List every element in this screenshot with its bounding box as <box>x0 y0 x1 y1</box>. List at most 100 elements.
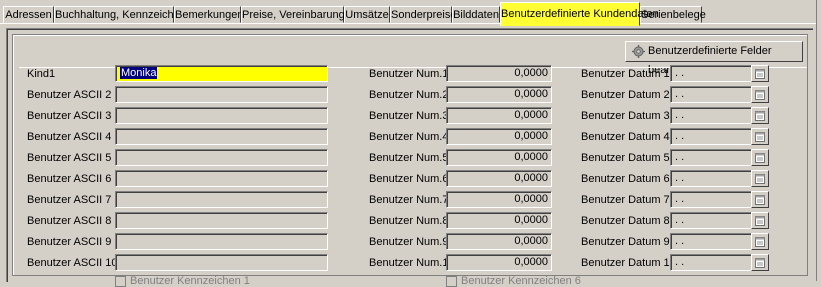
tab-buchhaltung[interactable]: Buchhaltung, Kennzeichen <box>54 6 186 23</box>
num-label: Benutzer Num.1 <box>369 68 449 80</box>
tab-sonderpreise[interactable]: Sonderpreise <box>390 6 456 23</box>
tab-bar: Adressen Buchhaltung, Kennzeichen Bemerk… <box>0 0 821 26</box>
date-label: Benutzer Datum 2 <box>581 89 670 101</box>
num-field[interactable]: 0,0000 <box>446 107 552 124</box>
num-label: Benutzer Num.10 <box>369 257 455 269</box>
calendar-icon <box>755 90 765 100</box>
ascii-label: Kind1 <box>27 68 56 80</box>
num-field[interactable]: 0,0000 <box>446 254 552 271</box>
date-label: Benutzer Datum 4 <box>581 131 670 143</box>
ascii-field[interactable] <box>115 107 328 124</box>
calendar-button[interactable] <box>751 233 769 250</box>
calendar-icon <box>755 69 765 79</box>
checkbox-kennzeichen-6[interactable]: Benutzer Kennzeichen 6 <box>446 275 581 287</box>
checkbox-label: Benutzer Kennzeichen 1 <box>130 275 250 287</box>
checkbox-label: Benutzer Kennzeichen 6 <box>461 275 581 287</box>
date-field[interactable]: . . <box>670 65 752 82</box>
ascii-label: Benutzer ASCII 2 <box>27 89 112 101</box>
checkbox-box <box>115 275 126 287</box>
calendar-icon <box>755 132 765 142</box>
calendar-button[interactable] <box>751 128 769 145</box>
date-label: Benutzer Datum 3 <box>581 110 670 122</box>
calendar-button[interactable] <box>751 107 769 124</box>
calendar-button[interactable] <box>751 149 769 166</box>
calendar-button[interactable] <box>751 65 769 82</box>
edit-custom-fields-button[interactable]: Benutzerdefinierte Felder bearbeiten <box>625 41 803 76</box>
ascii-label: Benutzer ASCII 4 <box>27 131 112 143</box>
num-label: Benutzer Num.2 <box>369 89 449 101</box>
ascii-label: Benutzer ASCII 5 <box>27 152 112 164</box>
calendar-icon <box>755 153 765 163</box>
ascii-label: Benutzer ASCII 10 <box>27 257 118 269</box>
calendar-button[interactable] <box>751 254 769 271</box>
num-field[interactable]: 0,0000 <box>446 86 552 103</box>
vertical-scrollbar[interactable] <box>816 0 821 281</box>
ascii-field[interactable] <box>115 149 328 166</box>
ascii-field[interactable] <box>115 254 328 271</box>
date-label: Benutzer Datum 8 <box>581 215 670 227</box>
ascii-field[interactable] <box>115 191 328 208</box>
ascii-field[interactable]: Monika <box>115 65 328 82</box>
num-label: Benutzer Num.9 <box>369 236 449 248</box>
checkbox-box <box>446 275 457 287</box>
ascii-label: Benutzer ASCII 9 <box>27 236 112 248</box>
date-field[interactable]: . . <box>670 149 752 166</box>
calendar-icon <box>755 237 765 247</box>
gear-icon <box>632 45 645 58</box>
date-field[interactable]: . . <box>670 191 752 208</box>
date-label: Benutzer Datum 7 <box>581 194 670 206</box>
date-field[interactable]: . . <box>670 170 752 187</box>
date-field[interactable]: . . <box>670 86 752 103</box>
num-label: Benutzer Num.3 <box>369 110 449 122</box>
tab-bemerkungen[interactable]: Bemerkungen <box>174 6 244 23</box>
calendar-button[interactable] <box>751 170 769 187</box>
ascii-label: Benutzer ASCII 7 <box>27 194 112 206</box>
ascii-field[interactable] <box>115 170 328 187</box>
date-field[interactable]: . . <box>670 128 752 145</box>
tab-benutzerdefinierte-kundendaten[interactable]: Benutzerdefinierte Kundendaten <box>500 2 659 26</box>
date-label: Benutzer Datum 5 <box>581 152 670 164</box>
tab-umsaetze[interactable]: Umsätze <box>344 6 390 23</box>
date-field[interactable]: . . <box>670 233 752 250</box>
num-field[interactable]: 0,0000 <box>446 233 552 250</box>
num-field[interactable]: 0,0000 <box>446 170 552 187</box>
calendar-icon <box>755 216 765 226</box>
calendar-icon <box>755 111 765 121</box>
date-label: Benutzer Datum 1 <box>581 68 670 80</box>
num-label: Benutzer Num.5 <box>369 152 449 164</box>
ascii-label: Benutzer ASCII 8 <box>27 215 112 227</box>
date-label: Benutzer Datum 6 <box>581 173 670 185</box>
calendar-icon <box>755 258 765 268</box>
ascii-label: Benutzer ASCII 3 <box>27 110 112 122</box>
ascii-field[interactable] <box>115 212 328 229</box>
date-field[interactable]: . . <box>670 212 752 229</box>
calendar-button[interactable] <box>751 212 769 229</box>
ascii-value: Monika <box>120 67 158 79</box>
calendar-icon <box>755 195 765 205</box>
num-field[interactable]: 0,0000 <box>446 191 552 208</box>
custom-data-panel: Benutzerdefinierte Felder bearbeiten Kin… <box>6 28 813 287</box>
calendar-icon <box>755 174 765 184</box>
tab-divider <box>0 23 821 24</box>
num-label: Benutzer Num.4 <box>369 131 449 143</box>
checkbox-kennzeichen-1[interactable]: Benutzer Kennzeichen 1 <box>115 275 250 287</box>
num-field[interactable]: 0,0000 <box>446 212 552 229</box>
date-label: Benutzer Datum 9 <box>581 236 670 248</box>
num-field[interactable]: 0,0000 <box>446 128 552 145</box>
date-label: Benutzer Datum 10 <box>581 257 676 269</box>
tab-bilddaten[interactable]: Bilddaten <box>452 6 500 23</box>
ascii-label: Benutzer ASCII 6 <box>27 173 112 185</box>
date-field[interactable]: . . <box>670 254 752 271</box>
date-field[interactable]: . . <box>670 107 752 124</box>
num-field[interactable]: 0,0000 <box>446 149 552 166</box>
calendar-button[interactable] <box>751 191 769 208</box>
ascii-field[interactable] <box>115 233 328 250</box>
tab-adressen[interactable]: Adressen <box>3 6 54 23</box>
ascii-field[interactable] <box>115 128 328 145</box>
calendar-button[interactable] <box>751 86 769 103</box>
num-field[interactable]: 0,0000 <box>446 65 552 82</box>
num-label: Benutzer Num.8 <box>369 215 449 227</box>
num-label: Benutzer Num.7 <box>369 194 449 206</box>
ascii-field[interactable] <box>115 86 328 103</box>
tab-preise[interactable]: Preise, Vereinbarungen <box>241 6 357 23</box>
